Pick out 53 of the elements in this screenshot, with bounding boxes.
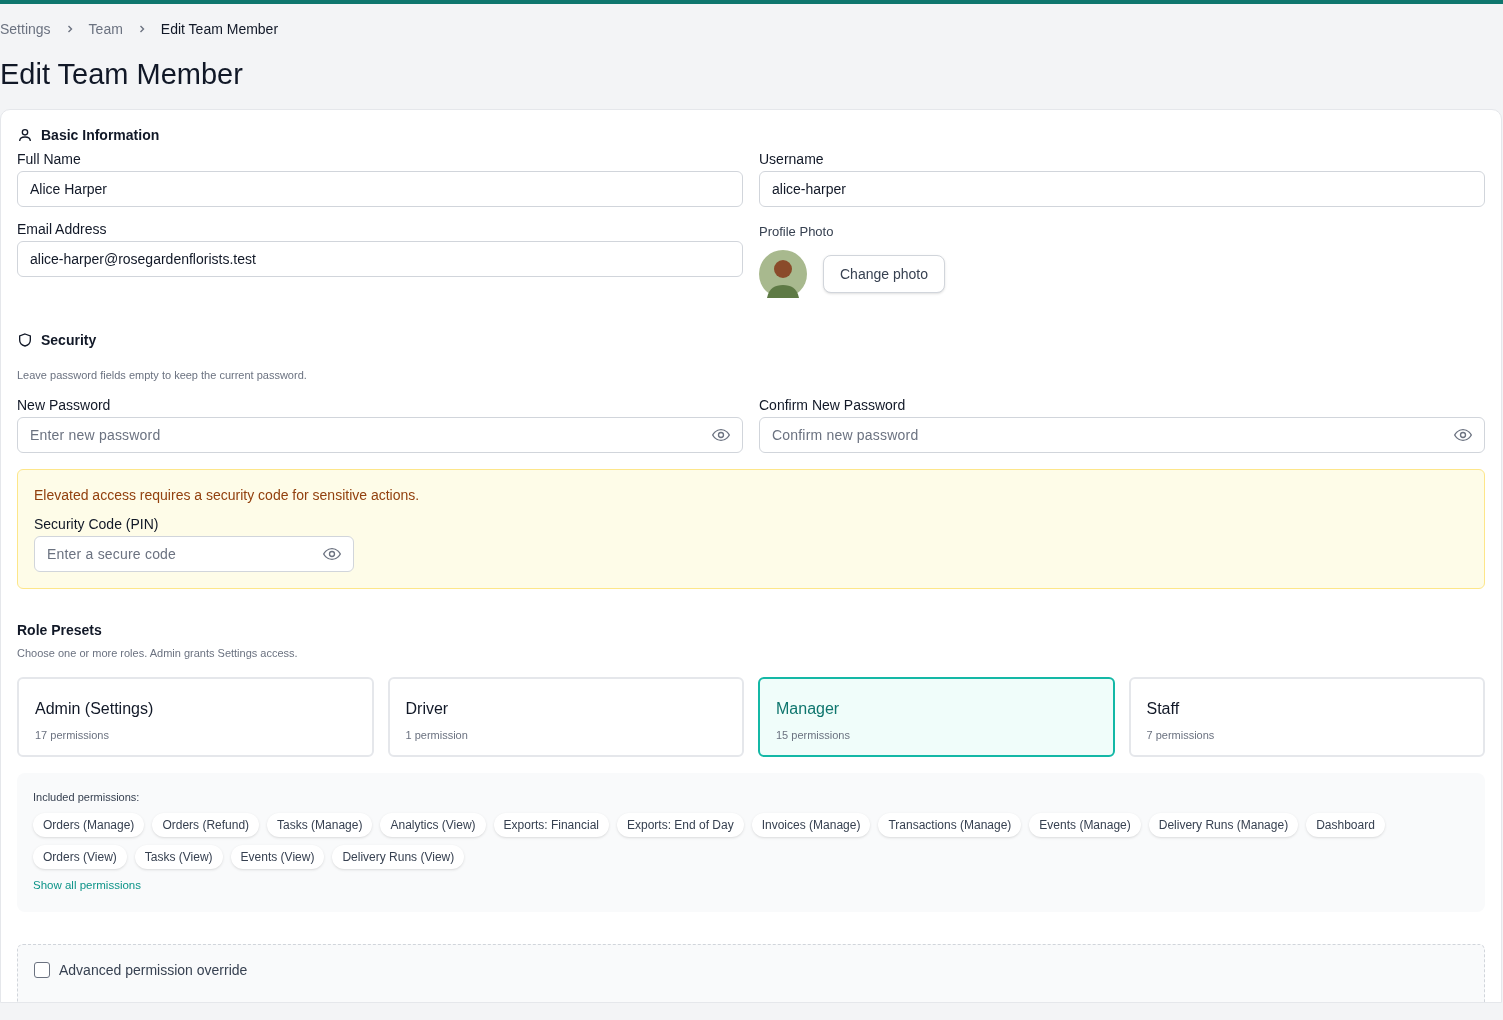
field-label: Full Name	[17, 150, 82, 168]
breadcrumb-item: Edit Team Member	[160, 20, 279, 38]
text-field[interactable]: alice-harper	[759, 171, 1485, 207]
password-field[interactable]: Enter a secure code	[34, 536, 354, 572]
field-label: Security Code (PIN)	[34, 515, 160, 533]
role-card[interactable]: Manager 15 permissions	[758, 677, 1115, 757]
checkbox-label: Advanced permission override	[59, 961, 248, 979]
permission-tag: Orders (Refund)	[152, 813, 260, 837]
checkbox[interactable]	[34, 962, 50, 978]
user-icon	[17, 127, 33, 143]
text-field[interactable]: Alice Harper	[17, 171, 743, 207]
notice-text: Elevated access requires a security code for sensitive actions.	[34, 486, 421, 504]
field-label: Profile Photo	[759, 224, 835, 240]
permission-tag: Dashboard	[1306, 813, 1385, 837]
hint-text: Leave password fields empty to keep the current password.	[17, 368, 308, 382]
password-input[interactable]: Enter new password	[30, 424, 711, 446]
panel-label: Included permissions:	[33, 790, 141, 804]
section-title: Security	[41, 331, 97, 349]
section-title: Basic Information	[41, 126, 160, 144]
show-all-link[interactable]: Show all permissions	[33, 878, 141, 892]
text-field[interactable]: alice-harper@rosegardenflorists.test	[17, 241, 743, 277]
permission-tag: Delivery Runs (Manage)	[1148, 813, 1299, 837]
field-label: New Password	[17, 396, 112, 414]
permission-tag: Orders (View)	[33, 845, 127, 869]
breadcrumb-item[interactable]: Settings	[0, 20, 51, 38]
section-title: Role Presets	[17, 621, 103, 639]
hint-text: Choose one or more roles. Admin grants Settings access.	[17, 646, 299, 660]
page-title: Edit Team Member	[0, 57, 244, 92]
password-field[interactable]: Confirm new password	[759, 417, 1485, 453]
password-input[interactable]: Confirm new password	[772, 424, 1453, 446]
permission-tag: Invoices (Manage)	[751, 813, 871, 837]
field-label: Confirm New Password	[759, 396, 907, 414]
field-label: Username	[759, 150, 825, 168]
role-card[interactable]: Staff 7 permissions	[1128, 677, 1485, 757]
shield-icon	[17, 332, 33, 348]
role-card[interactable]: Driver 1 permission	[387, 677, 744, 757]
permission-tag: Exports: End of Day	[616, 813, 744, 837]
role-card[interactable]: Admin (Settings) 17 permissions	[17, 677, 374, 757]
permission-tag: Tasks (Manage)	[267, 813, 373, 837]
avatar	[759, 250, 807, 298]
password-field[interactable]: Enter new password	[17, 417, 743, 453]
field-label: Email Address	[17, 220, 108, 238]
permission-tag: Tasks (View)	[134, 845, 223, 869]
permission-tag: Orders (Manage)	[33, 813, 145, 837]
breadcrumb-item[interactable]: Team	[88, 20, 123, 38]
permission-tag: Events (Manage)	[1029, 813, 1141, 837]
permission-tag: Events (View)	[230, 845, 325, 869]
permission-tag: Exports: Financial	[493, 813, 609, 837]
change-photo-button[interactable]: Change photo	[823, 255, 945, 293]
permission-tag: Delivery Runs (View)	[332, 845, 465, 869]
password-input[interactable]: Enter a secure code	[47, 543, 322, 565]
permission-tag: Transactions (Manage)	[878, 813, 1022, 837]
permission-tag: Analytics (View)	[380, 813, 486, 837]
